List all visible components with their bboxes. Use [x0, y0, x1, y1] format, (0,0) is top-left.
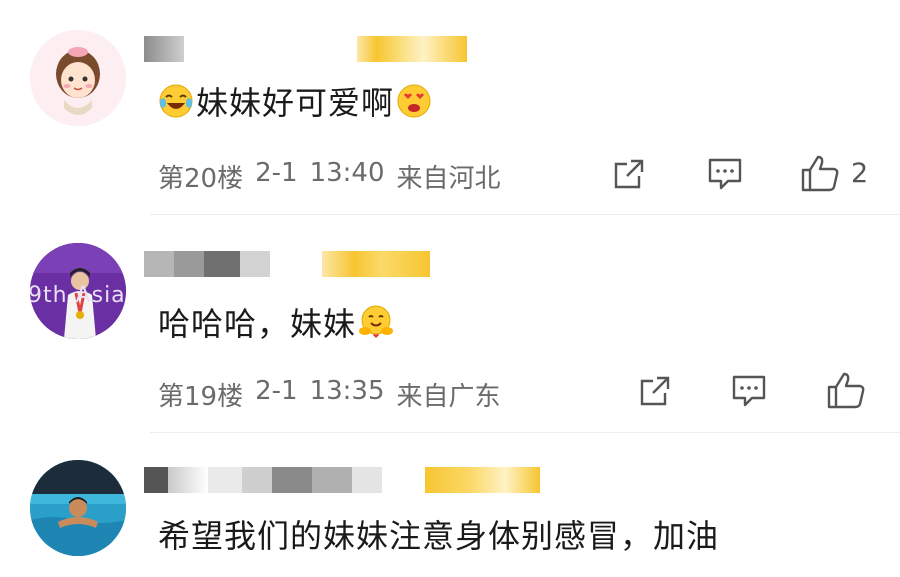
- heart-eyes-emoji-icon: [397, 84, 431, 118]
- floor-number: 第19楼: [158, 382, 244, 412]
- username-redacted[interactable]: [144, 251, 286, 277]
- comment-meta: 第19楼 2-1 13:35 来自广东: [158, 376, 501, 413]
- like-count: 2: [851, 157, 869, 189]
- avatar-caption: 9th Asia: [30, 283, 126, 308]
- user-badge-redacted: [357, 36, 467, 62]
- comment-date: 2-1: [255, 376, 298, 406]
- hugging-emoji-icon: [359, 305, 394, 338]
- share-icon: [640, 376, 670, 406]
- reply-button[interactable]: [730, 373, 768, 409]
- comment-icon: [708, 158, 742, 190]
- comment-location: 来自广东: [396, 382, 501, 412]
- share-icon: [614, 159, 644, 189]
- comment-item-floor-20: 妹妹好可爱啊 第20楼 2-1 13:40 来自河北 2: [0, 0, 900, 215]
- comment-text: 哈哈哈，妹妹: [158, 301, 394, 343]
- laughing-tears-emoji-icon: [159, 84, 193, 118]
- username-redacted[interactable]: [144, 467, 404, 493]
- comment-meta: 第20楼 2-1 13:40 来自河北: [158, 158, 501, 195]
- comment-item-floor-19: 9th Asia 哈哈哈，妹妹 第19楼 2-1 13:35 来自广东: [0, 215, 900, 430]
- floor-number: 第20楼: [158, 164, 244, 194]
- comment-item-next: 希望我们的妹妹注意身体别感冒，加油: [0, 433, 900, 577]
- comment-icon: [732, 375, 766, 407]
- like-button[interactable]: [825, 370, 877, 410]
- user-avatar[interactable]: [30, 460, 126, 556]
- comment-text: 妹妹好可爱啊: [158, 80, 432, 122]
- comment-time: 13:40: [309, 158, 385, 188]
- thumbs-up-icon: [827, 372, 865, 409]
- like-button[interactable]: 2: [799, 153, 868, 193]
- username-redacted[interactable]: [144, 36, 184, 62]
- comment-text-content: 妹妹好可爱啊: [196, 84, 395, 122]
- thumbs-up-icon: [801, 155, 839, 192]
- share-button[interactable]: [611, 156, 647, 192]
- user-badge-redacted: [425, 467, 540, 493]
- comment-location: 来自河北: [396, 164, 501, 194]
- comment-text: 希望我们的妹妹注意身体别感冒，加油: [158, 513, 719, 555]
- user-badge-redacted: [322, 251, 430, 277]
- user-avatar[interactable]: 9th Asia: [30, 243, 126, 339]
- comment-time: 13:35: [309, 376, 385, 406]
- share-button[interactable]: [637, 373, 673, 409]
- cartoon-girl-avatar-icon: [30, 30, 126, 126]
- comment-text-content: 希望我们的妹妹注意身体别感冒，加油: [158, 517, 720, 555]
- reply-button[interactable]: [706, 156, 744, 192]
- swimmer-photo-avatar-icon: [30, 460, 126, 556]
- comment-text-content: 哈哈哈，妹妹: [158, 305, 357, 343]
- comment-date: 2-1: [255, 158, 298, 188]
- user-avatar[interactable]: [30, 30, 126, 126]
